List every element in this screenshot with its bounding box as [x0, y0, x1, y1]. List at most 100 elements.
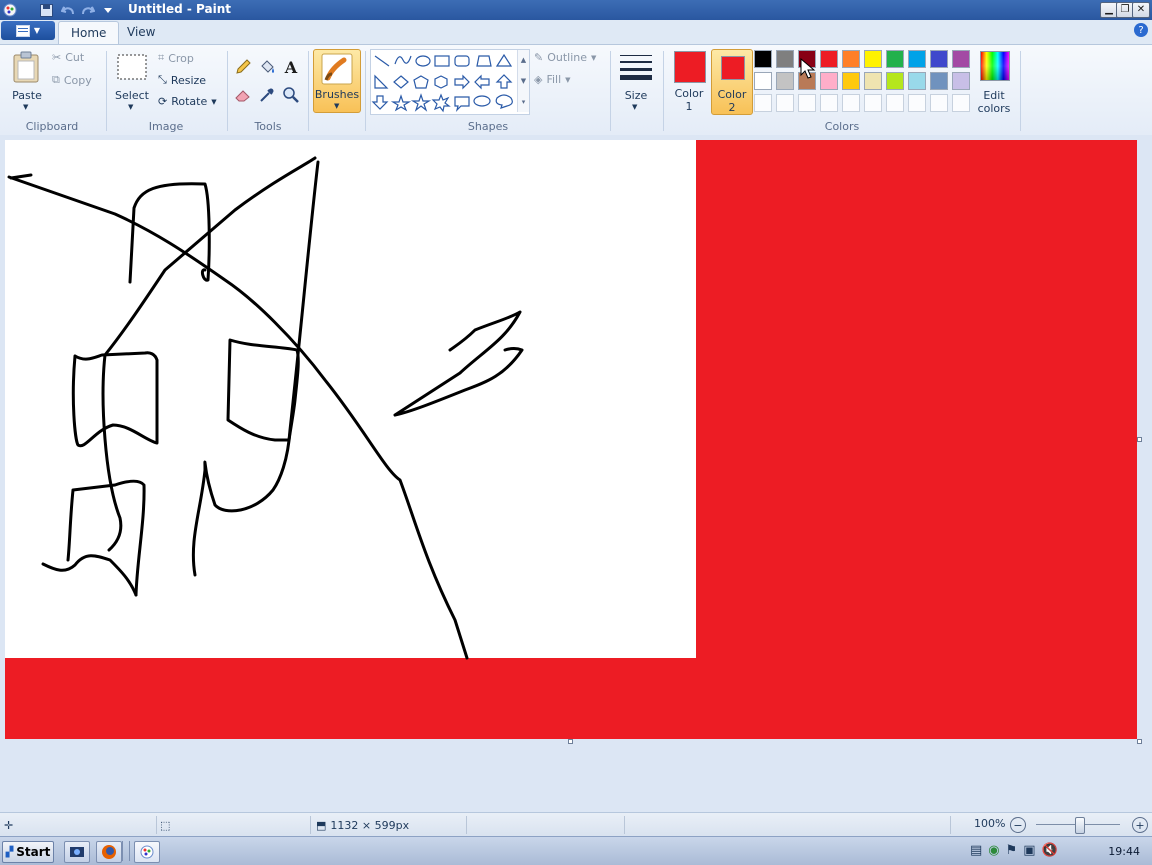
select-button[interactable]: Select ▼ — [112, 49, 152, 115]
color-picker-icon[interactable] — [257, 85, 277, 105]
size-button[interactable]: Size ▼ — [616, 49, 656, 115]
shapes-gallery[interactable]: ▲ ▼ ▾ — [370, 49, 530, 115]
custom-color-slot[interactable] — [842, 94, 860, 112]
brushes-button[interactable]: Brushes ▼ — [313, 49, 361, 113]
fill-bucket-icon[interactable] — [257, 57, 277, 77]
mouse-cursor-icon — [800, 58, 816, 79]
close-icon[interactable]: ✕ — [1132, 2, 1150, 18]
pencil-icon[interactable] — [233, 57, 253, 77]
palette-swatch[interactable] — [886, 50, 904, 68]
start-button[interactable]: ▞ Start — [2, 841, 54, 863]
edit-colors-button[interactable]: Edit colors — [975, 49, 1013, 115]
group-divider — [227, 51, 228, 131]
resize-button[interactable]: ⤡ Resize — [158, 73, 206, 87]
clipboard-icon — [13, 51, 39, 83]
custom-color-slot[interactable] — [798, 94, 816, 112]
customize-icon[interactable] — [100, 2, 116, 18]
custom-color-slot[interactable] — [820, 94, 838, 112]
fill-button[interactable]: ◈ Fill ▼ — [534, 73, 571, 86]
scroll-up-icon[interactable]: ▲ — [521, 56, 526, 64]
palette-swatch[interactable] — [754, 50, 772, 68]
group-divider — [610, 51, 611, 131]
security-tray-icon[interactable]: ◉ — [988, 843, 999, 858]
expand-icon[interactable]: ▾ — [522, 98, 526, 106]
brushes-label: Brushes — [314, 88, 360, 101]
taskbar-separator — [122, 841, 130, 861]
chevron-down-icon: ▼ — [334, 102, 340, 110]
text-icon[interactable]: A — [281, 57, 301, 77]
edit-colors-label: Edit colors — [977, 89, 1011, 115]
cut-label: Cut — [65, 51, 85, 64]
zoom-in-icon[interactable]: + — [1132, 817, 1148, 833]
palette-swatch[interactable] — [930, 50, 948, 68]
custom-color-slot[interactable] — [754, 94, 772, 112]
palette-swatch[interactable] — [886, 72, 904, 90]
tab-home[interactable]: Home — [58, 21, 120, 44]
palette-swatch[interactable] — [776, 50, 794, 68]
redo-icon[interactable] — [80, 2, 96, 18]
palette-swatch[interactable] — [908, 50, 926, 68]
palette-swatch[interactable] — [952, 72, 970, 90]
rainbow-icon — [980, 51, 1010, 81]
resize-handle-right[interactable] — [1137, 437, 1142, 442]
zoom-slider-thumb[interactable] — [1075, 817, 1085, 834]
palette-swatch[interactable] — [820, 50, 838, 68]
palette-swatch[interactable] — [864, 50, 882, 68]
color1-swatch — [674, 51, 706, 83]
custom-color-slot[interactable] — [952, 94, 970, 112]
custom-color-slot[interactable] — [886, 94, 904, 112]
undo-icon[interactable] — [60, 2, 76, 18]
custom-color-slot[interactable] — [864, 94, 882, 112]
palette-swatch[interactable] — [864, 72, 882, 90]
palette-swatch[interactable] — [776, 72, 794, 90]
magnifier-icon[interactable] — [281, 85, 301, 105]
zoom-out-icon[interactable]: − — [1010, 817, 1026, 833]
outline-icon: ✎ — [534, 51, 544, 64]
cut-button[interactable]: ✂ Cut — [52, 51, 84, 64]
resize-label: Resize — [170, 73, 207, 87]
copy-button[interactable]: ⧉ Copy — [52, 73, 92, 87]
paste-label: Paste — [12, 89, 42, 102]
shapes-scroll[interactable]: ▲ ▼ ▾ — [517, 50, 529, 112]
volume-muted-icon[interactable]: 🔇 — [1042, 843, 1058, 858]
palette-swatch[interactable] — [952, 50, 970, 68]
outline-button[interactable]: ✎ Outline ▼ — [534, 51, 596, 64]
selection-size-cell: ⬚ — [160, 816, 311, 834]
custom-color-slot[interactable] — [776, 94, 794, 112]
save-icon[interactable] — [38, 2, 54, 18]
color-palette — [754, 50, 976, 114]
paste-button[interactable]: Paste ▼ — [8, 49, 46, 115]
crosshair-icon: ✛ — [4, 818, 14, 832]
help-icon[interactable]: ? — [1134, 23, 1148, 37]
taskbar-app-firefox[interactable] — [96, 841, 122, 863]
group-divider — [1020, 51, 1021, 131]
palette-swatch[interactable] — [820, 72, 838, 90]
palette-swatch[interactable] — [908, 72, 926, 90]
resize-handle-bottom[interactable] — [568, 739, 573, 744]
taskbar-app-paint[interactable] — [134, 841, 160, 863]
paint-app-icon[interactable] — [2, 2, 18, 18]
color1-button[interactable]: Color 1 — [669, 49, 709, 113]
rotate-button[interactable]: ⟳ Rotate ▼ — [158, 95, 217, 108]
clipboard-tray-icon[interactable]: ▤ — [970, 843, 982, 858]
shapes-gallery-icons — [371, 53, 513, 113]
resize-handle-corner[interactable] — [1137, 739, 1142, 744]
crop-button[interactable]: ⌗ Crop — [158, 51, 194, 65]
network-tray-icon[interactable]: ▣ — [1023, 843, 1035, 858]
canvas-drawing-strokes — [7, 156, 524, 660]
custom-color-slot[interactable] — [908, 94, 926, 112]
tab-view[interactable]: View — [115, 21, 167, 43]
palette-swatch[interactable] — [930, 72, 948, 90]
eraser-icon[interactable] — [233, 85, 253, 105]
palette-swatch[interactable] — [842, 72, 860, 90]
flag-tray-icon[interactable]: ⚑ — [1006, 843, 1018, 858]
system-tray: ▤ ◉ ⚑ ▣ 🔇 — [970, 843, 1058, 858]
color2-button[interactable]: Color 2 — [711, 49, 753, 115]
paint-menu-button[interactable]: ▼ — [1, 21, 55, 40]
palette-swatch[interactable] — [754, 72, 772, 90]
palette-swatch[interactable] — [842, 50, 860, 68]
custom-color-slot[interactable] — [930, 94, 948, 112]
taskbar-app-network[interactable] — [64, 841, 90, 863]
ribbon-tab-row: ▼ Home View ? — [0, 20, 1152, 44]
scroll-down-icon[interactable]: ▼ — [521, 77, 526, 85]
